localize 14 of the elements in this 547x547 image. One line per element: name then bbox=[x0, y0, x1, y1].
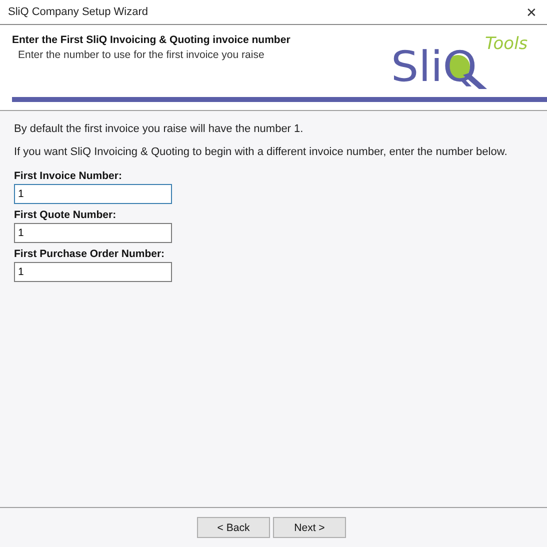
number-field[interactable]: 1 bbox=[14, 262, 172, 282]
close-button[interactable]: ✕ bbox=[524, 4, 539, 20]
number-field[interactable]: 1 bbox=[14, 184, 172, 204]
page-title: Enter the First SliQ Invoicing & Quoting invoice number bbox=[12, 34, 290, 46]
field-label: First Quote Number: bbox=[14, 209, 118, 221]
field-label: First Invoice Number: bbox=[14, 170, 123, 182]
info-text: If you want SliQ Invoicing & Quoting to begin with a different invoice number, enter the number below. bbox=[14, 146, 508, 158]
info-text: By default the first invoice you raise will have the number 1. bbox=[14, 123, 304, 135]
back-button[interactable]: < Back bbox=[197, 517, 270, 538]
field-label: First Purchase Order Number: bbox=[14, 248, 166, 260]
next-button[interactable]: Next > bbox=[273, 517, 346, 538]
window-title: SliQ Company Setup Wizard bbox=[8, 6, 148, 18]
number-field[interactable]: 1 bbox=[14, 223, 172, 243]
page-subtitle: Enter the number to use for the first invoice you raise bbox=[18, 49, 266, 61]
